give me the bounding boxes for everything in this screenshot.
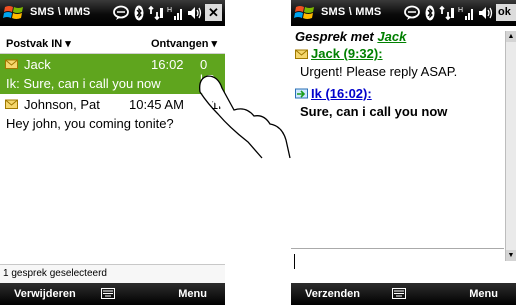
outgoing-message-text: Sure, can i call you now <box>300 104 448 119</box>
message-preview: Hey john, you coming tonite? <box>6 116 174 131</box>
scroll-down-arrow[interactable]: ▼ <box>506 250 516 261</box>
envelope-icon <box>295 49 308 59</box>
conversation-title: Gesprek met Jack <box>295 29 406 44</box>
list-header: Postvak IN ▾ Ontvangen ▾ <box>0 33 225 54</box>
bluetooth-icon[interactable] <box>134 4 144 22</box>
menu-softkey[interactable]: Menu <box>178 288 207 300</box>
svg-text:H: H <box>458 7 463 14</box>
softkey-bar: Verzenden Menu <box>291 283 516 305</box>
keyboard-icon[interactable] <box>101 288 115 299</box>
envelope-icon <box>5 99 18 109</box>
message-time: 16:02 <box>151 57 184 72</box>
incoming-sender-link[interactable]: Jack (9:32): <box>311 46 383 61</box>
hand-pointer-icon <box>199 75 291 159</box>
scroll-up-arrow[interactable]: ▲ <box>506 31 516 42</box>
app-title: SMS \ MMS <box>30 6 91 18</box>
keyboard-icon[interactable] <box>392 288 406 299</box>
volume-icon[interactable] <box>186 4 202 22</box>
svg-text:H: H <box>167 7 172 14</box>
selection-status-bar: 1 gesprek geselecteerd <box>0 264 225 283</box>
title-bar: SMS \ MMS H ok <box>291 0 516 26</box>
close-button[interactable]: ✕ <box>205 4 222 21</box>
message-sender: Jack <box>24 57 51 72</box>
signal-icon[interactable]: H <box>458 4 474 22</box>
compose-input[interactable] <box>291 248 504 283</box>
contact-link[interactable]: Jack <box>377 29 406 44</box>
text-caret <box>294 254 295 269</box>
scrollbar[interactable]: ▲ ▼ <box>505 31 516 261</box>
connection-icon[interactable] <box>148 4 164 22</box>
conversation-title-prefix: Gesprek met <box>295 29 378 44</box>
outgoing-sender-link[interactable]: Ik (16:02): <box>311 86 372 101</box>
bluetooth-icon[interactable] <box>425 4 435 22</box>
title-bar: SMS \ MMS H ✕ <box>0 0 225 26</box>
softkey-bar: Verwijderen Menu <box>0 283 225 305</box>
windows-logo-icon[interactable] <box>3 3 25 23</box>
signal-icon[interactable]: H <box>167 4 183 22</box>
sort-dropdown[interactable]: Ontvangen ▾ <box>151 37 217 50</box>
selection-status-text: 1 gesprek geselecteerd <box>3 268 107 279</box>
volume-icon[interactable] <box>477 4 493 22</box>
chat-bubble-icon[interactable] <box>403 4 421 22</box>
app-title: SMS \ MMS <box>321 6 382 18</box>
incoming-message-text: Urgent! Please reply ASAP. <box>300 64 458 79</box>
envelope-icon <box>5 59 18 69</box>
ok-button[interactable]: ok <box>496 4 516 21</box>
message-sender: Johnson, Pat <box>24 97 100 112</box>
connection-icon[interactable] <box>439 4 455 22</box>
message-preview: Ik: Sure, can i call you now <box>6 76 161 91</box>
message-time: 10:45 AM <box>129 97 184 112</box>
chat-bubble-icon[interactable] <box>112 4 130 22</box>
delete-softkey[interactable]: Verwijderen <box>14 288 76 300</box>
menu-softkey[interactable]: Menu <box>469 288 498 300</box>
send-softkey[interactable]: Verzenden <box>305 288 360 300</box>
folder-dropdown[interactable]: Postvak IN ▾ <box>6 37 71 50</box>
windows-logo-icon[interactable] <box>294 3 316 23</box>
sent-message-icon <box>295 88 308 99</box>
conversation-screen: SMS \ MMS H ok Gesprek met Jack ▲ ▼ Jack… <box>291 0 516 305</box>
